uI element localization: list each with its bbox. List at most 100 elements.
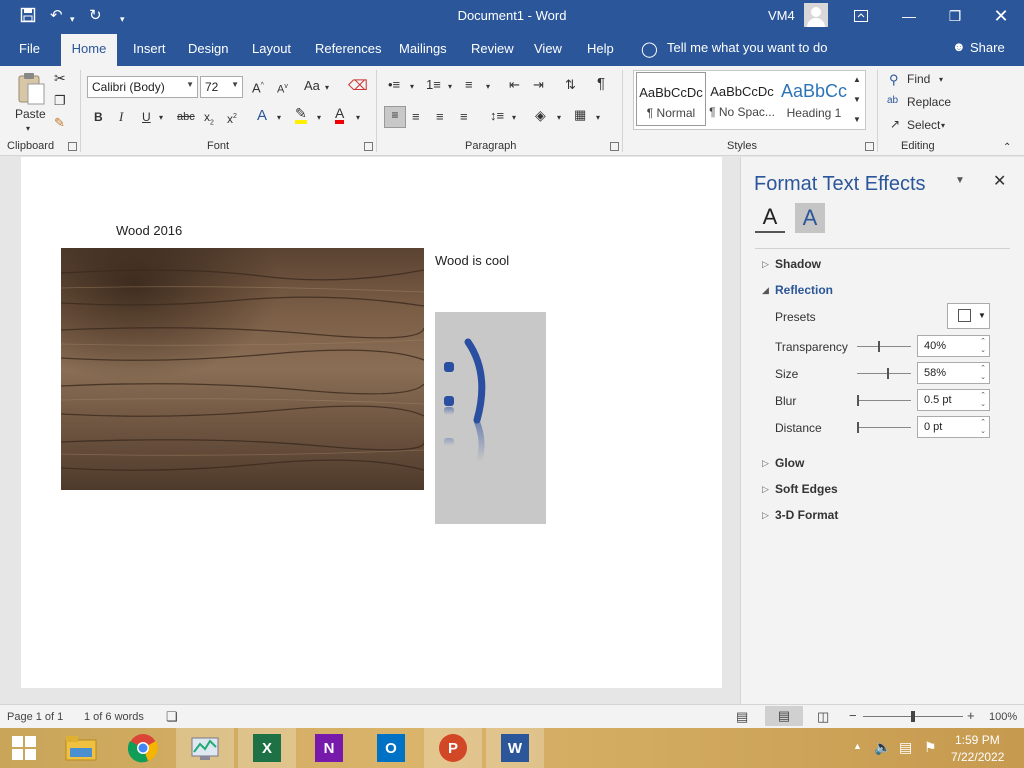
shrink-font-icon[interactable]: Av <box>277 79 288 98</box>
blur-input[interactable]: 0.5 pt ⌃ ⌄ <box>917 389 990 411</box>
notification-flag-icon[interactable]: ⚑ <box>924 739 937 756</box>
tab-references[interactable]: References <box>315 41 381 56</box>
styles-scroll-up-icon[interactable]: ▲ <box>853 72 861 88</box>
shading-icon[interactable]: ◈ <box>535 107 546 123</box>
glow-section[interactable]: Glow <box>775 456 804 470</box>
document-heading-text[interactable]: Wood 2016 <box>116 223 182 238</box>
wood-texture-image[interactable] <box>60 248 425 490</box>
text-effects-dropdown-icon[interactable]: ▾ <box>277 110 281 126</box>
blur-slider[interactable] <box>857 395 911 406</box>
select-icon[interactable]: ↗ <box>890 116 900 132</box>
highlight-icon[interactable]: ✎ <box>295 106 307 124</box>
pane-options-dropdown-icon[interactable]: ▼ <box>955 175 965 186</box>
borders-dropdown-icon[interactable]: ▾ <box>596 110 600 126</box>
page-count[interactable]: Page 1 of 1 <box>7 711 63 723</box>
tab-home[interactable]: Home <box>61 34 117 66</box>
font-size-combo[interactable]: 72 ▼ <box>200 76 243 98</box>
sort-icon[interactable]: ⇅ <box>565 77 576 93</box>
tell-me-search[interactable]: Tell me what you want to do <box>667 40 827 55</box>
multilevel-dropdown-icon[interactable]: ▾ <box>486 79 490 95</box>
styles-scroll-down-icon[interactable]: ▼ <box>853 92 861 108</box>
tab-help[interactable]: Help <box>587 41 614 56</box>
collapse-ribbon-icon[interactable]: ⌃ <box>1003 140 1011 156</box>
transparency-slider[interactable] <box>857 341 911 352</box>
find-button[interactable]: Find <box>907 71 930 87</box>
find-dropdown-icon[interactable]: ▾ <box>939 72 943 88</box>
zoom-out-icon[interactable]: − <box>849 708 857 723</box>
copy-icon[interactable]: ❐ <box>54 93 66 109</box>
subscript-icon[interactable]: x2 <box>204 109 214 131</box>
resource-monitor-icon[interactable] <box>176 728 234 768</box>
numbering-icon[interactable]: 1≡ <box>426 77 441 93</box>
proofing-icon[interactable]: ❏ <box>166 709 178 725</box>
increase-indent-icon[interactable]: ⇥ <box>533 77 544 93</box>
underline-icon[interactable]: U <box>142 109 151 125</box>
bullets-dropdown-icon[interactable]: ▾ <box>410 79 414 95</box>
size-input[interactable]: 58% ⌃ ⌄ <box>917 362 990 384</box>
clock-time[interactable]: 1:59 PM <box>955 733 1000 747</box>
bullets-icon[interactable]: •≡ <box>388 77 400 93</box>
glow-expand-icon[interactable]: ▷ <box>762 458 769 469</box>
select-button[interactable]: Select <box>907 117 940 133</box>
close-button[interactable]: ✕ <box>978 0 1024 32</box>
multilevel-list-icon[interactable]: ≡ <box>465 77 473 93</box>
ribbon-display-options-icon[interactable] <box>838 0 884 32</box>
word-icon[interactable]: W <box>486 728 544 768</box>
outlook-icon[interactable]: O <box>362 728 420 768</box>
soft-edges-section[interactable]: Soft Edges <box>775 482 838 496</box>
zoom-level[interactable]: 100% <box>989 711 1017 723</box>
soft-edges-expand-icon[interactable]: ▷ <box>762 484 769 495</box>
superscript-icon[interactable]: x2 <box>227 109 237 127</box>
change-case-icon[interactable]: Aa <box>304 78 320 94</box>
zoom-slider[interactable] <box>863 711 963 722</box>
paragraph-launcher-icon[interactable] <box>610 142 619 151</box>
paste-icon[interactable] <box>16 72 46 110</box>
align-center-icon[interactable]: ≡ <box>412 109 420 125</box>
presets-dropdown[interactable]: ▼ <box>947 303 990 329</box>
find-icon[interactable]: ⚲ <box>889 72 899 88</box>
borders-icon[interactable]: ▦ <box>574 107 586 123</box>
font-color-dropdown-icon[interactable]: ▾ <box>356 110 360 126</box>
replace-icon[interactable]: ab <box>887 93 898 109</box>
distance-input[interactable]: 0 pt ⌃ ⌄ <box>917 416 990 438</box>
document-side-text[interactable]: Wood is cool <box>435 253 509 268</box>
tab-file[interactable]: File <box>19 41 40 56</box>
decrease-indent-icon[interactable]: ⇤ <box>509 77 520 93</box>
show-hidden-icons-icon[interactable]: ▲ <box>853 741 862 751</box>
onenote-icon[interactable]: N <box>300 728 358 768</box>
tab-layout[interactable]: Layout <box>252 41 291 56</box>
highlight-dropdown-icon[interactable]: ▾ <box>317 110 321 126</box>
font-name-combo[interactable]: Calibri (Body) ▼ <box>87 76 198 98</box>
strikethrough-icon[interactable]: abc <box>177 109 195 125</box>
minimize-button[interactable]: — <box>886 0 932 32</box>
line-spacing-icon[interactable]: ↕≡ <box>490 108 504 124</box>
size-slider[interactable] <box>857 368 911 379</box>
web-layout-icon[interactable]: ◫ <box>817 709 829 725</box>
3d-format-expand-icon[interactable]: ▷ <box>762 510 769 521</box>
start-button[interactable] <box>0 728 48 768</box>
style-no-spacing[interactable]: AaBbCcDc ¶ No Spac... <box>707 72 777 126</box>
underline-dropdown-icon[interactable]: ▾ <box>159 110 163 126</box>
user-name[interactable]: VM4 <box>768 8 795 23</box>
styles-launcher-icon[interactable] <box>865 142 874 151</box>
zoom-in-icon[interactable]: + <box>967 708 975 723</box>
network-icon[interactable]: ▤ <box>899 739 912 756</box>
text-effects-icon[interactable]: A <box>257 108 267 124</box>
replace-button[interactable]: Replace <box>907 94 951 110</box>
tab-mailings[interactable]: Mailings <box>399 41 447 56</box>
avatar[interactable] <box>804 3 828 27</box>
reflection-collapse-icon[interactable]: ◢ <box>762 285 769 296</box>
shadow-expand-icon[interactable]: ▷ <box>762 259 769 270</box>
style-heading-1[interactable]: AaBbCc Heading 1 <box>779 72 849 126</box>
paste-dropdown-icon[interactable]: ▾ <box>26 121 30 137</box>
align-right-icon[interactable]: ≡ <box>436 109 444 125</box>
style-normal[interactable]: AaBbCcDc ¶ Normal <box>636 72 706 126</box>
format-painter-icon[interactable]: ✎ <box>54 115 65 131</box>
3d-format-section[interactable]: 3-D Format <box>775 508 838 522</box>
grow-font-icon[interactable]: A^ <box>252 78 264 96</box>
volume-muted-icon[interactable]: 🔈 <box>874 739 891 756</box>
transparency-input[interactable]: 40% ⌃ ⌄ <box>917 335 990 357</box>
smiley-text-box[interactable] <box>435 312 546 524</box>
reflection-section[interactable]: Reflection <box>775 283 833 297</box>
restore-button[interactable]: ❐ <box>932 0 978 32</box>
